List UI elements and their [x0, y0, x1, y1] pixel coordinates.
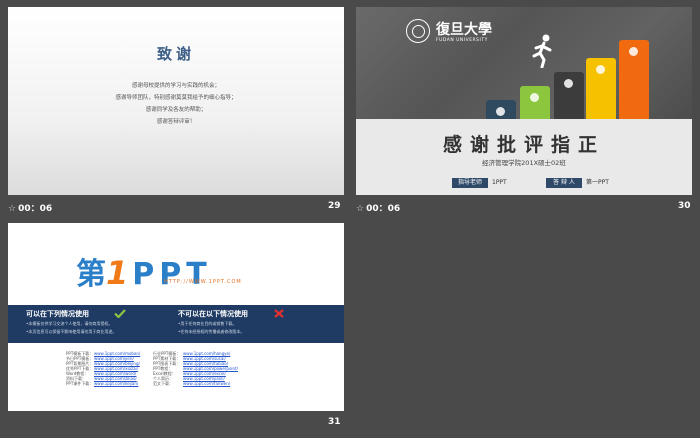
climbing-person-icon [532, 34, 552, 68]
slide-subtitle: 经济管理学院201X硕士02班 [482, 159, 566, 167]
slide-text-line: 感谢母校提供的学习与实践的机会； [131, 83, 220, 89]
university-name-en: FUDAN UNIVERSITY [436, 38, 488, 43]
step-bar [619, 40, 649, 119]
cross-icon [274, 309, 284, 318]
cannot-use-line: •用于任何商业目的或销售下载。 [178, 321, 237, 326]
star-icon: ☆ [8, 204, 17, 214]
slide-text-line: 感谢答辩评审！ [156, 119, 196, 125]
step-bar [486, 100, 516, 119]
slide-timing-29: ☆ 00：06 [8, 204, 53, 214]
university-name-cn: 復旦大學 [436, 22, 492, 38]
link-label: 范文下载： [153, 381, 173, 386]
university-seal-icon [406, 19, 430, 43]
slide-number-29: 29 [328, 201, 341, 211]
slide-number-31: 31 [328, 417, 341, 427]
advisor-value: 1PPT [492, 179, 507, 186]
link-url[interactable]: www.1ppt.com/kejian/ [94, 381, 138, 386]
bulb-icon [596, 65, 605, 74]
bulb-icon [530, 93, 539, 102]
link-label: PPT课件下载： [66, 381, 94, 386]
slide-thumbnail-31[interactable]: 第1 PPT HTTP://WWW.1PPT.COM 可以在下列情况使用 •本模板… [8, 223, 344, 411]
brand-url: HTTP://WWW.1PPT.COM [164, 279, 242, 285]
usage-info-band: 可以在下列情况使用 •本模板仅供学习交流个人使用，请勿商用侵权。 •本页信息可以… [8, 305, 344, 343]
slide-title: 感谢批评指正 [442, 134, 605, 156]
slide-title: 致谢 [156, 45, 195, 63]
step-bar [520, 86, 550, 119]
slide-timing-30: ☆ 00：06 [356, 204, 401, 214]
slide-number-30: 30 [678, 201, 691, 211]
bulb-icon [564, 79, 573, 88]
bulb-icon [629, 47, 638, 56]
can-use-line: •本页信息可以保留不影响使用请勿用于商业用途。 [26, 329, 117, 334]
presenter-value: 第一PPT [586, 179, 609, 186]
can-use-line: •本模板仅供学习交流个人使用，请勿商用侵权。 [26, 321, 113, 326]
can-use-heading: 可以在下列情况使用 [26, 310, 89, 318]
step-bar [586, 58, 616, 119]
link-url[interactable]: www.1ppt.com/fanwen/ [183, 381, 230, 386]
slide-thumbnail-29[interactable]: 致谢 感谢母校提供的学习与实践的机会； 感谢导师团队，特别感谢莫莫我给予的细心指… [8, 7, 344, 195]
slide-text-line: 感谢导师团队，特别感谢莫莫我给予的细心指导； [115, 95, 237, 101]
bulb-icon [496, 107, 505, 116]
cannot-use-heading: 不可以在以下情况使用 [178, 310, 248, 318]
star-icon: ☆ [356, 204, 365, 214]
step-bar [554, 72, 584, 119]
brand-logo: 第1 PPT [76, 254, 212, 292]
slide-thumbnail-30[interactable]: 復旦大學 FUDAN UNIVERSITY 感谢批评指正 经济管理学院201X硕… [356, 7, 692, 195]
advisor-label: 指导老师 [452, 178, 488, 188]
cannot-use-line: •任何未经授权的传播或者修改版本。 [178, 329, 245, 334]
slide-text-line: 感谢同学及各友的帮助； [145, 107, 207, 113]
check-icon [114, 309, 126, 318]
presenter-label: 答 辩 人 [546, 178, 582, 188]
